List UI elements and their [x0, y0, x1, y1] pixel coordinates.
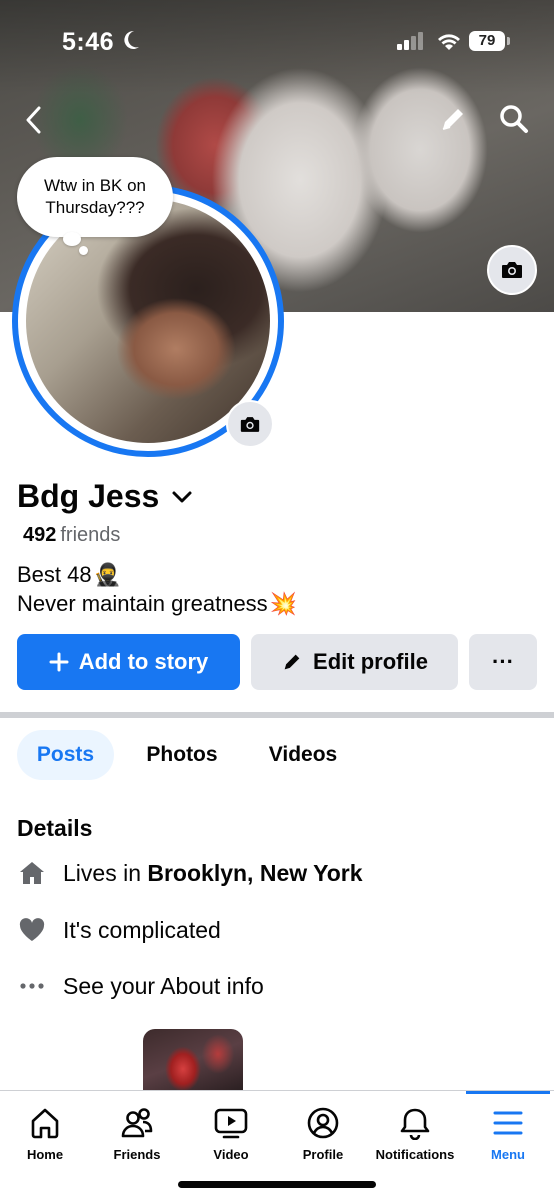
- friends-label: friends: [60, 524, 121, 546]
- nav-friends-label: Friends: [113, 1147, 161, 1162]
- lives-in-location: Brooklyn, New York: [147, 859, 363, 886]
- nav-video-label: Video: [213, 1147, 249, 1162]
- plus-icon: [49, 652, 69, 672]
- home-icon: [28, 1105, 62, 1141]
- tab-photos-label: Photos: [146, 743, 218, 766]
- battery-tip: [507, 37, 510, 45]
- tab-posts[interactable]: Posts: [17, 730, 114, 780]
- bio-line-2: Never maintain greatness 💥: [17, 591, 297, 617]
- cellular-signal-icon: [397, 32, 425, 55]
- tab-videos[interactable]: Videos: [250, 730, 356, 780]
- nav-notifications-label: Notifications: [375, 1147, 455, 1162]
- nav-home[interactable]: Home: [14, 1091, 76, 1171]
- home-indicator[interactable]: [178, 1181, 376, 1188]
- friends-count[interactable]: 492 friends: [23, 524, 120, 547]
- more-options-button[interactable]: ···: [469, 634, 537, 690]
- tab-videos-label: Videos: [268, 743, 338, 766]
- profile-camera-button[interactable]: [226, 400, 274, 448]
- tab-photos[interactable]: Photos: [126, 730, 238, 780]
- heart-icon: [17, 915, 47, 945]
- note-bubble-tail: [63, 232, 81, 246]
- about-info-text: See your About info: [63, 972, 264, 999]
- bell-icon: [398, 1105, 432, 1141]
- tab-posts-label: Posts: [36, 743, 95, 766]
- nav-notifications[interactable]: Notifications: [368, 1091, 462, 1171]
- see-about-info-link[interactable]: See your About info: [17, 971, 264, 1001]
- detail-lives-in: Lives in Brooklyn, New York: [17, 858, 363, 888]
- profile-note[interactable]: Wtw in BK on Thursday???: [17, 157, 173, 237]
- friends-number: 492: [23, 524, 57, 546]
- camera-icon: [502, 262, 522, 278]
- details-heading: Details: [17, 815, 93, 841]
- featured-photo-thumbnail[interactable]: [143, 1029, 243, 1091]
- back-button[interactable]: [14, 100, 54, 140]
- more-dots-icon: [17, 971, 47, 1001]
- relationship-text: It's complicated: [63, 916, 221, 943]
- friends-icon: [119, 1105, 155, 1141]
- profile-name-row[interactable]: Bdg Jess: [17, 478, 193, 515]
- edit-profile-button[interactable]: Edit profile: [251, 634, 458, 690]
- edit-profile-label: Edit profile: [313, 649, 428, 674]
- battery-indicator: 79: [469, 31, 505, 51]
- nav-profile[interactable]: Profile: [292, 1091, 354, 1171]
- collision-emoji: 💥: [269, 591, 298, 616]
- pencil-icon: [284, 654, 300, 670]
- more-dots-icon: ···: [492, 649, 514, 674]
- status-time: 5:46: [62, 28, 115, 56]
- nav-video[interactable]: Video: [200, 1091, 262, 1171]
- chevron-down-icon: [172, 491, 192, 502]
- cover-camera-button[interactable]: [487, 245, 537, 295]
- lives-in-prefix: Lives in: [63, 859, 141, 886]
- note-bubble-tail-small: [79, 246, 88, 255]
- section-divider: [0, 712, 554, 718]
- nav-home-label: Home: [26, 1147, 64, 1162]
- profile-icon: [306, 1105, 340, 1141]
- search-button[interactable]: [494, 99, 534, 139]
- pencil-icon: [442, 109, 463, 130]
- bio-line-1-text: Best 48: [17, 562, 92, 587]
- moon-icon: [122, 29, 140, 56]
- detail-relationship: It's complicated: [17, 915, 221, 945]
- ninja-emoji: 🥷: [93, 562, 122, 587]
- search-icon: [500, 105, 528, 133]
- bio-line-1: Best 48 🥷: [17, 562, 121, 588]
- note-text: Wtw in BK on Thursday???: [43, 176, 147, 217]
- menu-icon: [491, 1105, 525, 1141]
- status-bar: 5:46 79: [0, 0, 554, 80]
- camera-icon: [240, 416, 260, 432]
- profile-name: Bdg Jess: [17, 478, 160, 514]
- home-icon: [17, 858, 47, 888]
- bio-line-2-text: Never maintain greatness: [17, 591, 268, 616]
- video-icon: [213, 1105, 249, 1141]
- add-to-story-label: Add to story: [78, 649, 209, 674]
- nav-menu-label: Menu: [491, 1147, 525, 1162]
- chevron-left-icon: [26, 106, 41, 134]
- nav-profile-label: Profile: [302, 1147, 344, 1162]
- add-to-story-button[interactable]: Add to story: [17, 634, 240, 690]
- nav-friends[interactable]: Friends: [105, 1091, 169, 1171]
- wifi-icon: [436, 31, 462, 56]
- edit-cover-button[interactable]: [433, 99, 473, 139]
- nav-menu[interactable]: Menu: [476, 1091, 540, 1171]
